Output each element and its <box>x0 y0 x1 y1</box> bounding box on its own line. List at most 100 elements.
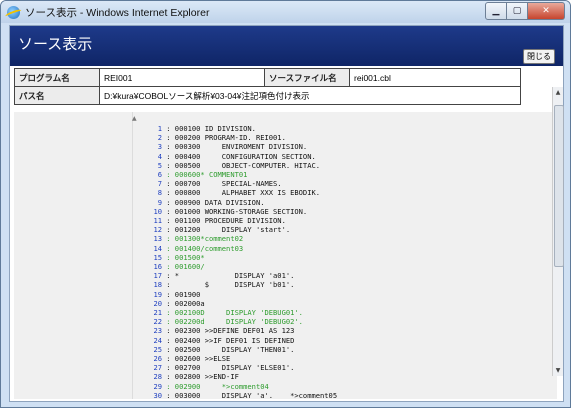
info-row-program: プログラム名 REI001 ソースファイル名 rei001.cbl <box>14 68 521 87</box>
line-number: 22 <box>153 317 162 327</box>
minimize-button[interactable]: ▁ <box>485 1 507 20</box>
line-number: 15 <box>153 252 162 262</box>
line-number: 1 <box>157 124 162 133</box>
source-line: 30 : 003000 DISPLAY 'a'. *>comment05 <box>142 391 337 400</box>
source-line: 23 : 002300 >>DEFINE DEF01 AS 123 <box>142 326 337 335</box>
program-name-label: プログラム名 <box>14 68 100 87</box>
line-text: : $ DISPLAY 'b01'. <box>162 280 295 290</box>
source-line: 13 : 001300*comment02 <box>142 234 337 243</box>
line-number: 2 <box>157 133 162 143</box>
line-number: 21 <box>153 308 162 318</box>
line-text: : 000100 ID DIVISION. <box>162 124 256 133</box>
scrollbar-thumb[interactable] <box>554 105 564 267</box>
window-controls: ▁ ▢ ✕ <box>485 1 565 20</box>
line-number: 24 <box>153 335 162 345</box>
pane-splitter[interactable] <box>132 112 133 399</box>
line-number: 27 <box>153 363 162 373</box>
source-line: 15 : 001500* <box>142 253 337 262</box>
source-line: 8 : 000800 ALPHABET XXX IS EBODIK. <box>142 188 337 197</box>
page-content: ソース表示 閉じる プログラム名 REI001 ソースファイル名 rei001.… <box>9 25 564 402</box>
source-line: 7 : 000700 SPECIAL-NAMES. <box>142 179 337 188</box>
info-table: プログラム名 REI001 ソースファイル名 rei001.cbl パス名 D:… <box>14 68 521 105</box>
source-line: 1 : 000100 ID DIVISION. <box>142 124 337 133</box>
minimize-icon: ▁ <box>492 5 500 16</box>
source-line: 5 : 000500 OBJECT-COMPUTER. HITAC. <box>142 161 337 170</box>
source-view[interactable]: ▲ 1 : 000100 ID DIVISION. 2 : 000200 PROG… <box>14 112 557 401</box>
line-text: : 002900 *>comment04 <box>162 381 269 391</box>
line-text: : 002000a <box>162 298 205 308</box>
line-number: 26 <box>153 354 162 364</box>
line-text: : 001400/comment03 <box>162 243 244 253</box>
line-number: 25 <box>153 344 162 354</box>
line-text: : 002300 >>DEFINE DEF01 AS 123 <box>162 326 295 336</box>
line-number: 12 <box>153 225 162 235</box>
window-title: ソース表示 - Windows Internet Explorer <box>25 6 210 19</box>
source-line: 28 : 002800 >>END-IF <box>142 372 337 381</box>
source-line: 2 : 000200 PROGRAM-ID. REI001. <box>142 133 337 142</box>
source-line: 14 : 001400/comment03 <box>142 244 337 253</box>
line-number: 6 <box>157 170 162 180</box>
scroll-up-icon[interactable]: ▲ <box>553 89 563 96</box>
source-file-value: rei001.cbl <box>349 68 521 87</box>
line-text: : 001000 WORKING-STORAGE SECTION. <box>162 206 308 216</box>
line-number: 31 <box>142 400 162 401</box>
page-title: ソース表示 <box>18 36 93 53</box>
ie-icon <box>7 5 20 19</box>
source-file-label: ソースファイル名 <box>264 68 350 87</box>
line-text: : 000400 CONFIGURATION SECTION. <box>162 151 316 161</box>
line-number: 29 <box>153 381 162 391</box>
line-number: 11 <box>153 216 162 226</box>
line-text: : 001200 DISPLAY 'start'. <box>162 225 291 235</box>
source-line: 3 : 000300 ENVIROMENT DIVISION. <box>142 142 337 151</box>
source-line: 16 : 001600/ <box>142 262 337 271</box>
maximize-button[interactable]: ▢ <box>507 1 528 20</box>
line-number: 23 <box>153 326 162 336</box>
path-label: パス名 <box>14 86 100 105</box>
line-text: : 002400 >>IF DEF01 IS DEFINED <box>162 335 295 345</box>
scroll-down-icon[interactable]: ▼ <box>553 367 563 374</box>
source-line: 24 : 002400 >>IF DEF01 IS DEFINED <box>142 336 337 345</box>
source-code: 1 : 000100 ID DIVISION. 2 : 000200 PROGRA… <box>142 124 337 401</box>
source-line: 6 : 000600* COMMENT01 <box>142 170 337 179</box>
line-text: : 002800 >>END-IF <box>162 372 239 382</box>
line-text: : 000700 SPECIAL-NAMES. <box>162 179 282 189</box>
info-row-path: パス名 D:¥kura¥COBOLソース解析¥03-04¥注記項色付け表示 <box>14 86 521 105</box>
line-text: : 002600 >>ELSE <box>162 354 231 364</box>
line-text: : 001600/ <box>162 262 205 272</box>
source-line: 17 : * DISPLAY 'a01'. <box>142 271 337 280</box>
line-number: 3 <box>157 142 162 152</box>
source-line: 22 : 002200d DISPLAY 'DEBUG02'. <box>142 317 337 326</box>
close-icon: ✕ <box>542 5 550 16</box>
source-line: 4 : 000400 CONFIGURATION SECTION. <box>142 152 337 161</box>
title-bar: ソース表示 - Windows Internet Explorer ▁ ▢ ✕ <box>1 1 570 23</box>
line-number: 7 <box>157 179 162 189</box>
path-value: D:¥kura¥COBOLソース解析¥03-04¥注記項色付け表示 <box>99 86 521 105</box>
line-text: : 002500 DISPLAY 'THEN01'. <box>162 344 295 354</box>
close-page-button[interactable]: 閉じる <box>523 49 555 64</box>
line-number: 19 <box>153 289 162 299</box>
line-text: : 001500* <box>162 252 205 262</box>
source-line: 25 : 002500 DISPLAY 'THEN01'. <box>142 345 337 354</box>
vertical-scrollbar[interactable]: ▲ ▼ <box>552 87 564 376</box>
source-line: 21 : 002100D DISPLAY 'DEBUG01'. <box>142 308 337 317</box>
line-text: : 000500 OBJECT-COMPUTER. HITAC. <box>162 160 321 170</box>
line-text: : 000200 PROGRAM-ID. REI001. <box>162 133 286 143</box>
line-number: 5 <box>157 160 162 170</box>
source-line: 12 : 001200 DISPLAY 'start'. <box>142 225 337 234</box>
collapse-arrow-icon[interactable]: ▲ <box>132 115 137 122</box>
line-number: 8 <box>157 188 162 198</box>
line-number: 17 <box>153 271 162 281</box>
line-text: : 003000 DISPLAY 'a'. *>comment05 <box>162 390 338 400</box>
source-line: 10 : 001000 WORKING-STORAGE SECTION. <box>142 207 337 216</box>
line-number: 14 <box>153 243 162 253</box>
line-text: : 001100 PROCEDURE DIVISION. <box>162 216 286 226</box>
line-text: : 002700 DISPLAY 'ELSE01'. <box>162 363 295 373</box>
line-number: 20 <box>153 298 162 308</box>
line-number: 16 <box>153 262 162 272</box>
source-line: 31 : 003100 >>D DISPLAY 'DEBUG02'. <box>142 400 337 401</box>
line-number: 30 <box>153 390 162 400</box>
line-text: : 000300 ENVIROMENT DIVISION. <box>162 142 308 152</box>
source-line: 20 : 002000a <box>142 299 337 308</box>
line-text: : 000900 DATA DIVISION. <box>162 197 265 207</box>
close-window-button[interactable]: ✕ <box>528 1 565 20</box>
